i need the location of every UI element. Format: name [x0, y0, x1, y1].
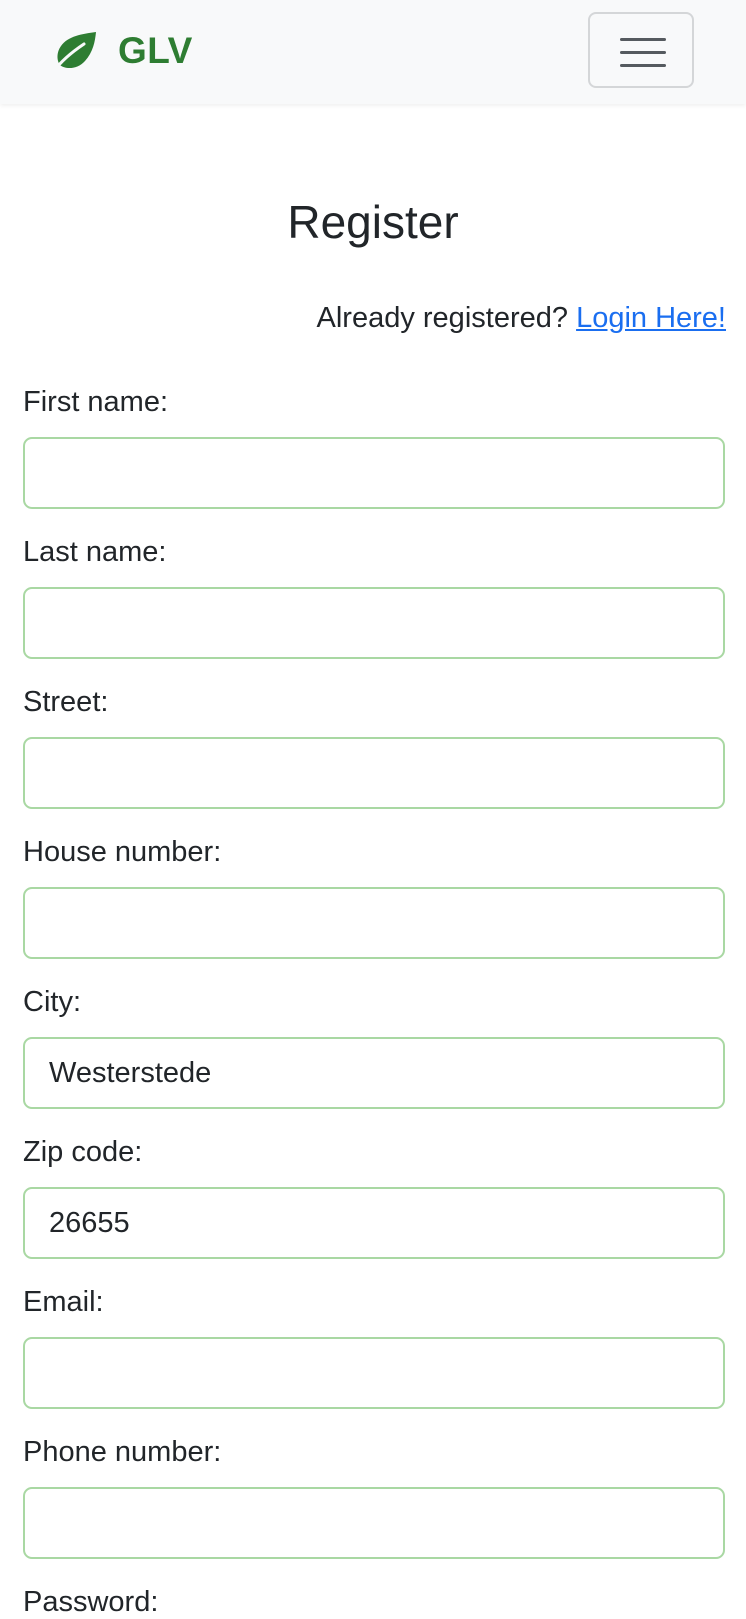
- city-input[interactable]: [23, 1037, 725, 1109]
- zip-code-label: Zip code:: [23, 1136, 143, 1168]
- login-link[interactable]: Login Here!: [576, 302, 726, 334]
- last-name-label: Last name:: [23, 536, 167, 568]
- zip-code-input[interactable]: [23, 1187, 725, 1259]
- login-prompt: Already registered? Login Here!: [317, 302, 726, 335]
- city-label: City:: [23, 986, 81, 1018]
- brand-link[interactable]: GLV: [52, 26, 193, 76]
- brand-text: GLV: [118, 30, 193, 71]
- email-input[interactable]: [23, 1337, 725, 1409]
- street-input[interactable]: [23, 737, 725, 809]
- first-name-input[interactable]: [23, 437, 725, 509]
- house-number-label: House number:: [23, 836, 222, 868]
- phone-number-input[interactable]: [23, 1487, 725, 1559]
- page-title: Register: [287, 196, 459, 248]
- first-name-label: First name:: [23, 386, 169, 418]
- menu-bar: [620, 51, 666, 54]
- phone-number-label: Phone number:: [23, 1436, 222, 1468]
- navbar: GLV: [0, 0, 746, 104]
- leaf-icon: [52, 30, 98, 72]
- email-label: Email:: [23, 1286, 104, 1318]
- last-name-input[interactable]: [23, 587, 725, 659]
- menu-toggle-button[interactable]: [588, 12, 694, 88]
- street-label: Street:: [23, 686, 109, 718]
- menu-bar: [620, 64, 666, 67]
- already-registered-text: Already registered?: [316, 302, 568, 334]
- password-label: Password:: [23, 1586, 159, 1618]
- menu-bar: [620, 38, 666, 41]
- house-number-input[interactable]: [23, 887, 725, 959]
- hamburger-menu-icon: [620, 38, 666, 67]
